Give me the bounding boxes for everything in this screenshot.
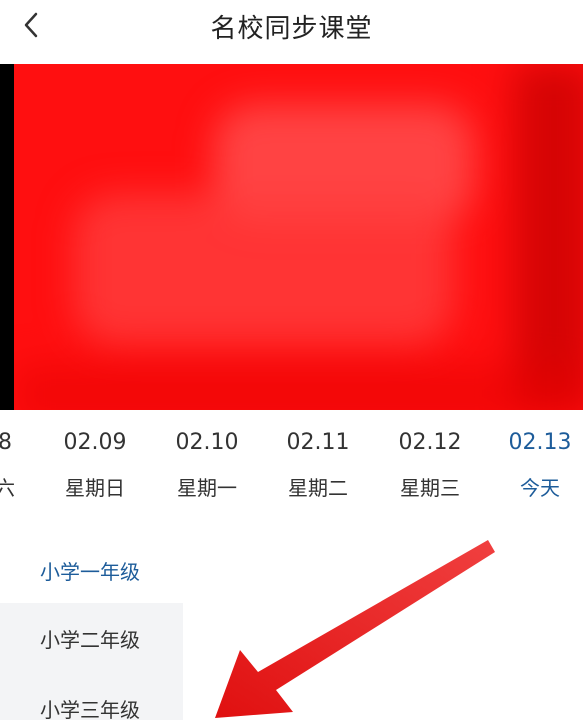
date-weekday: 今天: [520, 476, 560, 500]
date-number: 02.09: [63, 430, 127, 455]
video-player[interactable]: [0, 64, 583, 410]
date-weekday: 星期三: [400, 476, 460, 500]
blurred-video-content: [14, 64, 583, 410]
date-number: 02.13: [508, 430, 572, 455]
top-bar: 名校同步课堂: [0, 0, 583, 50]
grade-item-3[interactable]: 小学三年级: [0, 673, 183, 720]
date-weekday: 星期二: [288, 476, 348, 500]
page-title: 名校同步课堂: [210, 14, 373, 44]
grade-label: 小学二年级: [40, 627, 140, 652]
date-item-today[interactable]: 02.13 今天: [490, 430, 583, 501]
date-number: 02.10: [175, 430, 239, 455]
date-item[interactable]: 02.11 星期二: [268, 430, 368, 501]
date-item[interactable]: 02.09 星期日: [45, 430, 145, 501]
video-frame[interactable]: [14, 64, 583, 410]
date-selector[interactable]: 8 六 02.09 星期日 02.10 星期一 02.11 星期二 02.12 …: [0, 420, 583, 520]
grade-list: 小学一年级 小学二年级 小学三年级: [0, 535, 183, 720]
grade-label: 小学一年级: [40, 559, 140, 584]
grade-label: 小学三年级: [40, 697, 140, 720]
grade-item-1[interactable]: 小学一年级: [0, 535, 183, 605]
date-item[interactable]: 02.12 星期三: [380, 430, 480, 501]
date-number: 02.11: [286, 430, 350, 455]
grade-item-2[interactable]: 小学二年级: [0, 603, 183, 673]
date-number: 02.12: [398, 430, 462, 455]
date-item[interactable]: 02.10 星期一: [157, 430, 257, 501]
date-weekday: 星期一: [177, 476, 237, 500]
date-weekday: 星期日: [65, 476, 125, 500]
